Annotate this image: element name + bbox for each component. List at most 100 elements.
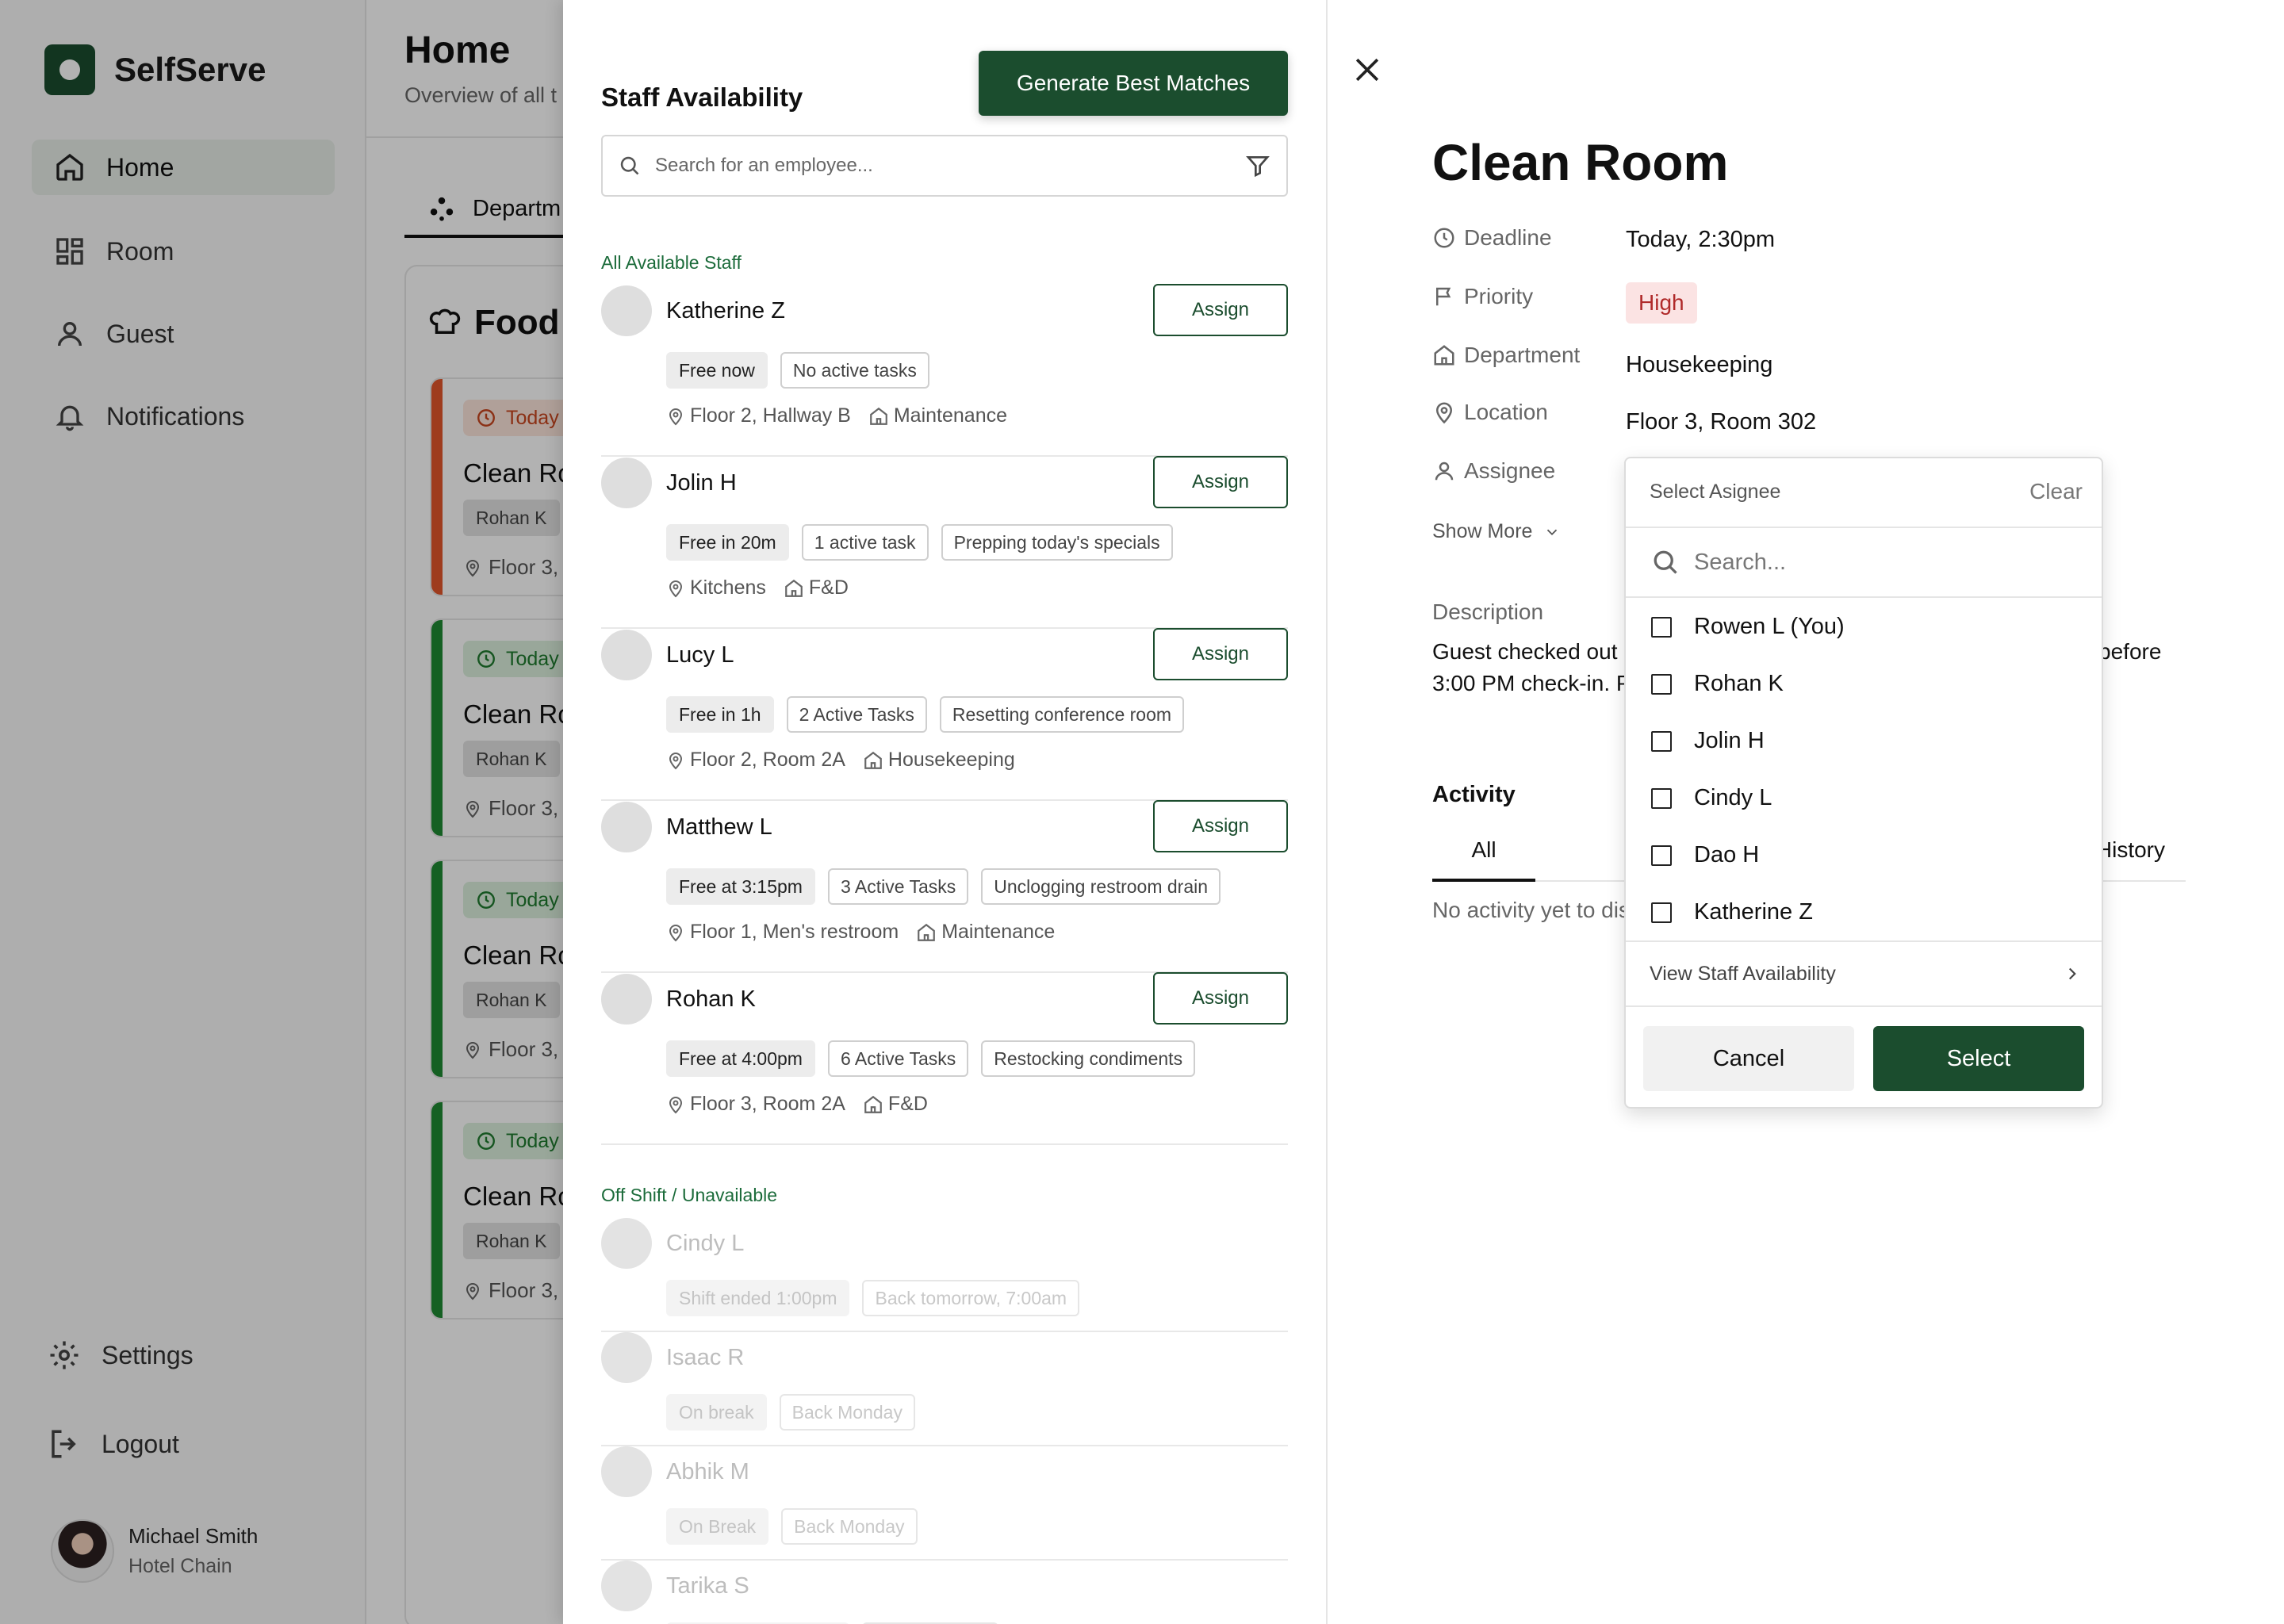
avatar [601, 1218, 652, 1269]
building-icon [918, 923, 936, 941]
staff-row: Matthew L Assign Free at 3:15pm 3 Active Ta… [601, 800, 1288, 973]
checkbox[interactable] [1651, 845, 1672, 866]
assignee-option-label: Rowen L (You) [1694, 614, 1845, 639]
staff-location: Kitchens [690, 576, 766, 599]
current-task-chip: Restocking condiments [981, 1040, 1196, 1077]
avatar [601, 802, 652, 852]
assignee-option[interactable]: Rohan K [1651, 671, 1784, 697]
avatar [601, 1446, 652, 1497]
row-divider [601, 1143, 1288, 1145]
pin-icon [669, 580, 683, 597]
task-count-chip: 2 Active Tasks [786, 696, 927, 733]
search-placeholder: Search for an employee... [655, 155, 873, 176]
staff-row-unavailable: Cindy L Shift ended 1:00pm Back tomorrow, … [601, 1216, 1288, 1332]
staff-availability-panel: Generate Best Matches Staff Availability… [563, 0, 1326, 1624]
description-label: Description [1432, 599, 1544, 624]
staff-chips: Free in 1h 2 Active Tasks Resetting confer… [666, 696, 1185, 733]
available-staff-label: All Available Staff [601, 252, 742, 273]
show-more-toggle[interactable]: Show More [1432, 520, 1561, 543]
tab-history[interactable]: History [2096, 837, 2165, 863]
staff-name: Matthew L [666, 814, 772, 840]
building-icon [870, 407, 887, 425]
pin-icon [669, 1096, 683, 1113]
view-staff-availability-link[interactable]: View Staff Availability [1626, 940, 2102, 1007]
generate-best-matches-button[interactable]: Generate Best Matches [979, 51, 1288, 116]
assign-button[interactable]: Assign [1153, 284, 1288, 336]
location-label: Location [1432, 400, 1548, 425]
checkbox[interactable] [1651, 616, 1672, 638]
priority-badge: High [1626, 282, 1697, 324]
task-title: Clean Room [1432, 134, 1729, 191]
assign-button[interactable]: Assign [1153, 456, 1288, 508]
checkbox[interactable] [1651, 673, 1672, 695]
tab-all[interactable]: All [1432, 837, 1535, 882]
availability-chip: Free in 1h [666, 696, 774, 733]
staff-meta: Kitchens F&D [666, 576, 849, 599]
pin-icon [669, 924, 683, 941]
avatar [601, 1332, 652, 1383]
avatar [601, 1561, 652, 1611]
assignee-option[interactable]: Katherine Z [1651, 899, 1813, 925]
assignee-option-label: Jolin H [1694, 728, 1765, 753]
building-icon [864, 1095, 882, 1113]
shift-status-chip: On break [666, 1394, 767, 1431]
overlay-scrim[interactable] [0, 0, 563, 1624]
pin-icon [669, 408, 683, 425]
staff-name: Tarika S [666, 1573, 749, 1599]
staff-department: Maintenance [893, 404, 1008, 427]
staff-name: Isaac R [666, 1345, 745, 1370]
filter-icon[interactable] [1245, 153, 1270, 178]
show-more-label: Show More [1432, 520, 1533, 542]
assignee-search-input[interactable]: Search... [1626, 528, 2102, 598]
staff-location: Floor 2, Room 2A [690, 749, 845, 771]
building-icon [1434, 345, 1454, 366]
deadline-value: Today, 2:30pm [1626, 227, 1776, 252]
assign-button[interactable]: Assign [1153, 800, 1288, 852]
staff-location: Floor 2, Hallway B [690, 404, 851, 427]
availability-chip: Free at 3:15pm [666, 868, 815, 905]
staff-chips: On break Back Monday [666, 1394, 915, 1431]
assignee-option[interactable]: Cindy L [1651, 785, 1772, 811]
deadline-label: Deadline [1432, 225, 1552, 251]
staff-department: Maintenance [941, 921, 1056, 943]
avatar [601, 630, 652, 680]
close-icon[interactable] [1350, 52, 1385, 87]
priority-label: Priority [1432, 284, 1533, 309]
staff-row-unavailable: Tarika SShift ended 1:00pmBack Monday [601, 1559, 1288, 1624]
clear-button[interactable]: Clear [2029, 479, 2083, 504]
building-icon [864, 751, 882, 769]
assign-button[interactable]: Assign [1153, 972, 1288, 1025]
staff-name: Cindy L [666, 1231, 745, 1256]
checkbox[interactable] [1651, 787, 1672, 809]
employee-search-input[interactable]: Search for an employee... [601, 135, 1288, 197]
availability-chip: Free at 4:00pm [666, 1040, 815, 1077]
panel-title: Staff Availability [601, 82, 803, 112]
return-time-chip: Back Monday [779, 1394, 915, 1431]
availability-chip: Free now [666, 352, 768, 389]
search-icon [1654, 550, 1677, 574]
assign-button[interactable]: Assign [1153, 628, 1288, 680]
department-value: Housekeeping [1626, 352, 1773, 377]
staff-chips: Free at 3:15pm 3 Active Tasks Unclogging r… [666, 868, 1221, 905]
assignee-option[interactable]: Dao H [1651, 842, 1759, 868]
assignee-option-label: Dao H [1694, 842, 1760, 868]
staff-name: Jolin H [666, 470, 737, 496]
pin-icon [1435, 402, 1453, 424]
assignee-dropdown: Select Asignee Clear Search... Rowen L (… [1624, 457, 2103, 1109]
unavailable-staff-label: Off Shift / Unavailable [601, 1185, 778, 1205]
chevron-right-icon [2068, 967, 2076, 980]
assignee-option[interactable]: Jolin H [1651, 728, 1765, 754]
checkbox[interactable] [1651, 902, 1672, 923]
chevron-down-icon [1547, 529, 1558, 535]
staff-chips: Free now No active tasks [666, 352, 929, 389]
cancel-button[interactable]: Cancel [1643, 1026, 1854, 1091]
current-task-chip: Unclogging restroom drain [981, 868, 1221, 905]
search-icon [620, 156, 639, 175]
checkbox[interactable] [1651, 730, 1672, 752]
shift-status-chip: On Break [666, 1508, 769, 1545]
assignee-select-header[interactable]: Select Asignee Clear [1626, 458, 2102, 528]
assignee-option[interactable]: Rowen L (You) [1651, 614, 1845, 640]
staff-row: Lucy L Assign Free in 1h 2 Active Tasks Rese… [601, 628, 1288, 801]
staff-chips: Free at 4:00pm 6 Active Tasks Restocking c… [666, 1040, 1196, 1077]
select-button[interactable]: Select [1873, 1026, 2084, 1091]
